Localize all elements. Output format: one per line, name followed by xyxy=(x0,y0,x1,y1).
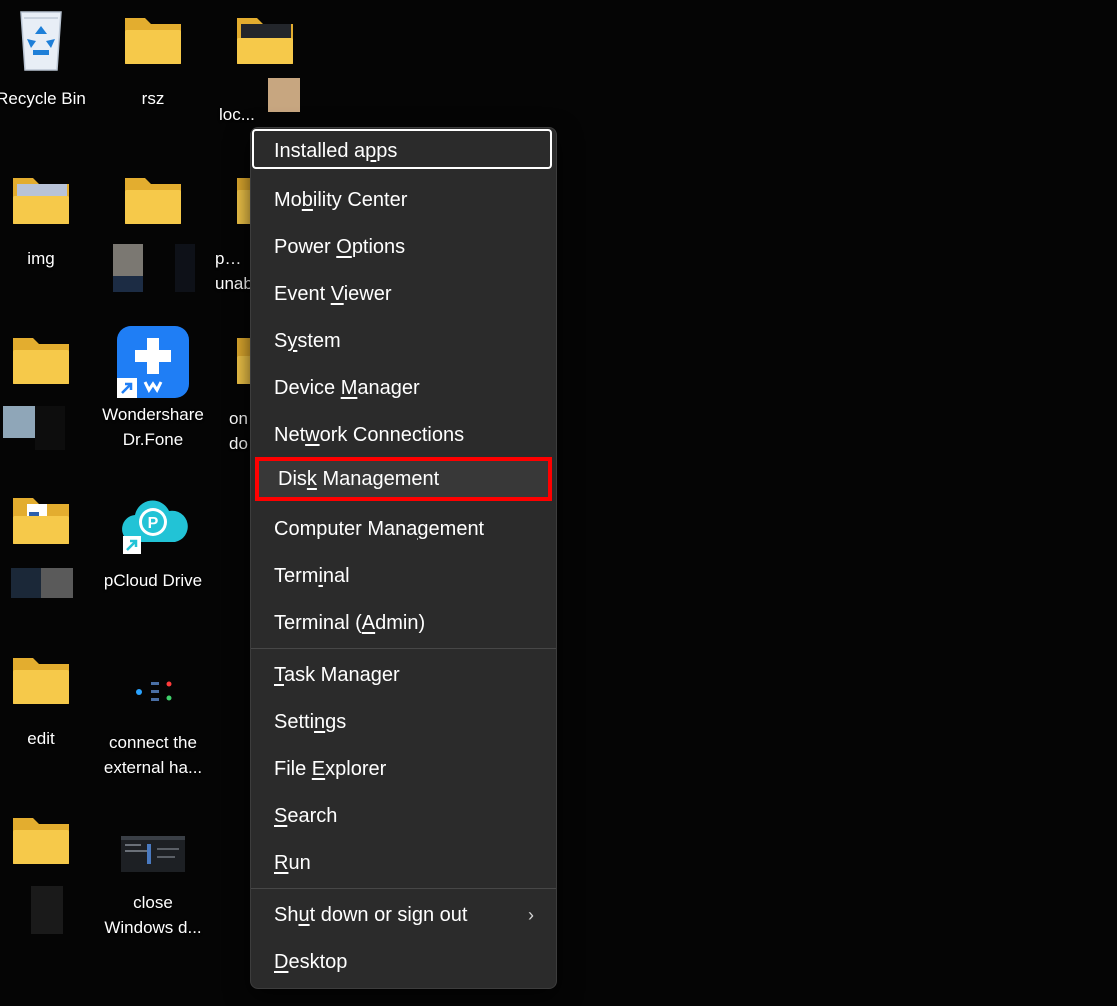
folder-icon xyxy=(5,168,77,232)
desktop-icon-label: rsz xyxy=(141,89,165,108)
folder-icon xyxy=(5,648,77,712)
menu-item-file-explorer[interactable]: File Explorer xyxy=(251,748,556,790)
folder-icon xyxy=(5,488,77,552)
app-shortcut-icon xyxy=(117,652,189,716)
blurred-thumbnail xyxy=(35,406,65,450)
folder-icon xyxy=(117,168,189,232)
desktop-icon-rsz[interactable]: rsz xyxy=(97,8,209,111)
desktop: Recycle Bin img edit rsz Wondershare Dr.… xyxy=(0,0,1117,1006)
blurred-thumbnail xyxy=(268,78,300,112)
menu-item-search[interactable]: Search xyxy=(251,795,556,837)
menu-item-computer-management[interactable]: Computer Management xyxy=(251,508,556,550)
menu-item-mobility-center[interactable]: Mobility Center xyxy=(251,179,556,221)
desktop-icon-edit[interactable]: edit xyxy=(0,648,97,751)
folder-icon xyxy=(117,8,189,72)
desktop-icon-label: Recycle Bin xyxy=(0,89,86,108)
desktop-icon-folder-4[interactable] xyxy=(0,488,97,598)
blurred-thumbnail xyxy=(41,568,73,598)
menu-item-power-options[interactable]: Power Options xyxy=(251,226,556,268)
desktop-icon-label: loc... xyxy=(219,105,255,124)
blurred-thumbnail xyxy=(175,244,195,292)
blurred-thumbnail xyxy=(113,244,143,276)
desktop-icon-folder-6[interactable] xyxy=(0,808,97,934)
menu-item-terminal[interactable]: Terminal xyxy=(251,555,556,597)
blurred-thumbnail xyxy=(3,406,35,438)
desktop-icon-recycle-bin[interactable]: Recycle Bin xyxy=(0,8,97,111)
menu-item-settings[interactable]: Settings xyxy=(251,701,556,743)
app-shortcut-icon xyxy=(117,812,189,876)
folder-icon xyxy=(5,328,77,392)
desktop-icon-loc[interactable]: loc... xyxy=(209,8,321,127)
folder-icon xyxy=(5,808,77,872)
desktop-icon-label: connect the external ha... xyxy=(103,733,203,777)
menu-item-run[interactable]: Run xyxy=(251,842,556,884)
menu-separator xyxy=(251,648,556,649)
app-shortcut-icon xyxy=(117,326,189,398)
desktop-icon-close-windows[interactable]: close Windows d... xyxy=(97,812,209,940)
blurred-thumbnail xyxy=(31,886,63,934)
menu-item-network-connections[interactable]: Network Connections xyxy=(251,414,556,456)
desktop-icon-label: close Windows d... xyxy=(104,893,202,937)
desktop-icon-img[interactable]: img xyxy=(0,168,97,271)
blurred-thumbnail xyxy=(11,568,41,598)
recycle-bin-icon xyxy=(5,8,77,72)
desktop-icon-pcloud[interactable]: P pCloud Drive xyxy=(97,490,209,593)
quick-link-menu: Installed apps Mobility Center Power Opt… xyxy=(250,127,557,989)
desktop-icon-connect[interactable]: connect the external ha... xyxy=(97,652,209,780)
blurred-thumbnail xyxy=(113,276,143,292)
chevron-right-icon: › xyxy=(528,905,534,925)
menu-item-desktop[interactable]: Desktop xyxy=(251,941,556,983)
desktop-icon-label: img xyxy=(27,249,55,268)
desktop-icon-label: edit xyxy=(27,729,55,748)
menu-separator xyxy=(251,888,556,889)
menu-item-terminal-admin[interactable]: Terminal (Admin) xyxy=(251,602,556,644)
menu-item-installed-apps[interactable]: Installed apps xyxy=(252,129,552,169)
svg-text:P: P xyxy=(148,515,159,532)
desktop-icon-wondershare[interactable]: Wondershare Dr.Fone xyxy=(97,326,209,452)
menu-item-disk-management[interactable]: Disk Management xyxy=(255,457,552,501)
desktop-icon-folder-3[interactable] xyxy=(0,328,97,450)
desktop-icon-folder-b2[interactable] xyxy=(97,168,209,292)
menu-item-system[interactable]: System xyxy=(251,320,556,362)
menu-item-shut-down[interactable]: Shut down or sign out › xyxy=(251,894,556,936)
cloud-drive-icon: P xyxy=(117,490,189,554)
desktop-icon-label: pCloud Drive xyxy=(103,571,203,590)
menu-item-task-manager[interactable]: Task Manager xyxy=(251,654,556,696)
menu-item-device-manager[interactable]: Device Manager xyxy=(251,367,556,409)
menu-item-event-viewer[interactable]: Event Viewer xyxy=(251,273,556,315)
desktop-icon-label: Wondershare Dr.Fone xyxy=(102,405,204,449)
folder-icon xyxy=(229,8,301,72)
